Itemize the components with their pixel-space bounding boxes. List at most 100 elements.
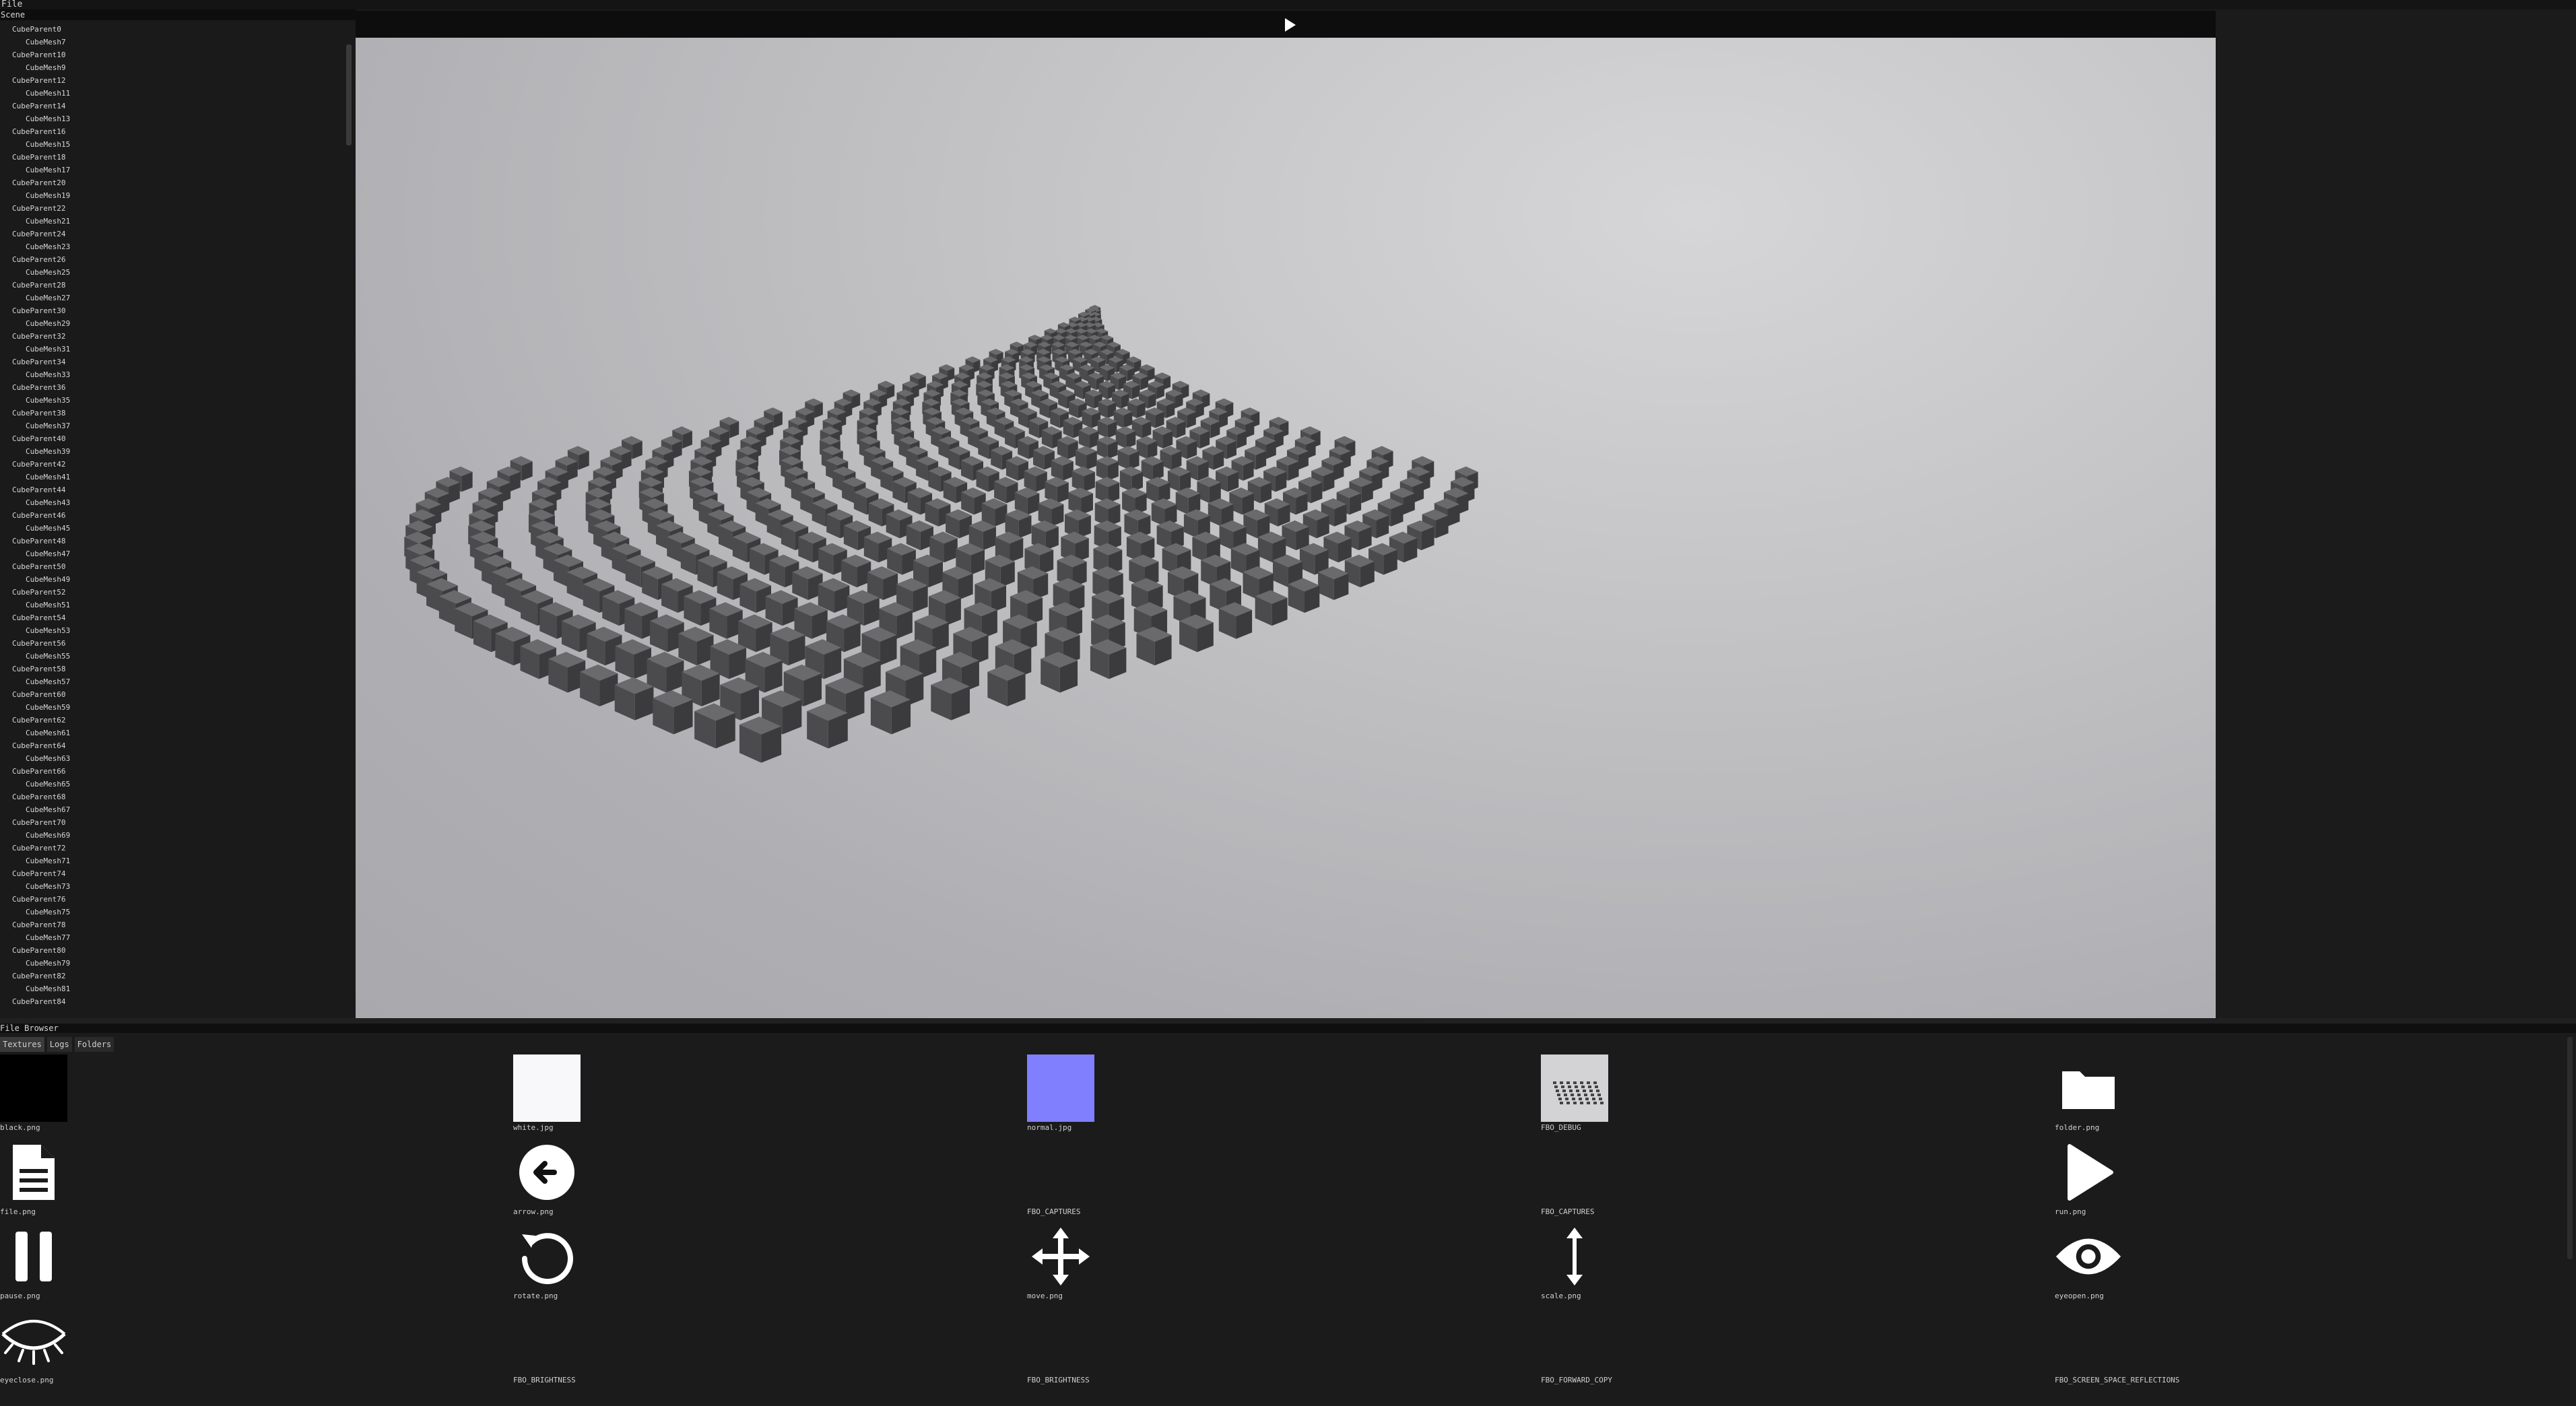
scene-tree-item[interactable]: CubeMesh7 — [0, 36, 337, 48]
cube-mesh[interactable] — [678, 626, 714, 666]
scene-tree-item[interactable]: CubeParent68 — [0, 791, 337, 803]
scene-tree-item[interactable]: CubeParent32 — [0, 330, 337, 343]
scene-tree-item[interactable]: CubeMesh17 — [0, 164, 337, 176]
tab-textures[interactable]: Textures — [0, 1037, 44, 1052]
cube-mesh[interactable] — [615, 639, 652, 679]
file-tile[interactable]: normal.jpg — [1027, 1052, 1175, 1136]
cube-mesh[interactable] — [1146, 477, 1170, 504]
file-tile[interactable]: FBO_CAPTURES — [1541, 1136, 1689, 1220]
cube-mesh[interactable] — [765, 590, 798, 626]
scene-tree-item[interactable]: CubeParent60 — [0, 688, 337, 701]
scene-tree-item[interactable]: CubeMesh47 — [0, 547, 337, 560]
file-tile[interactable]: FBO_SCREEN_SPACE_REFLECTIONS — [2055, 1304, 2203, 1388]
scene-scrollbar[interactable] — [346, 44, 352, 145]
file-tile[interactable]: rotate.png — [513, 1220, 661, 1304]
scene-tree-item[interactable]: CubeParent72 — [0, 842, 337, 855]
cube-mesh[interactable] — [946, 509, 972, 539]
file-tile[interactable]: folder.png — [2055, 1052, 2203, 1136]
scene-tree-item[interactable]: CubeParent24 — [0, 228, 337, 240]
scene-tree-item[interactable]: CubeParent16 — [0, 125, 337, 138]
scene-tree-item[interactable]: CubeParent28 — [0, 279, 337, 292]
scene-tree-item[interactable]: CubeMesh59 — [0, 701, 337, 714]
scene-tree-item[interactable]: CubeMesh43 — [0, 496, 337, 509]
cube-mesh[interactable] — [1096, 436, 1118, 459]
file-tile[interactable]: file.png — [0, 1136, 148, 1220]
cube-mesh[interactable] — [887, 543, 916, 575]
scene-tree-item[interactable]: CubeParent36 — [0, 381, 337, 394]
scene-tree-item[interactable]: CubeMesh33 — [0, 368, 337, 381]
cube-mesh[interactable] — [1179, 614, 1214, 652]
cube-mesh[interactable] — [1071, 466, 1095, 492]
cube-mesh[interactable] — [1117, 446, 1140, 470]
scene-tree-item[interactable]: CubeMesh49 — [0, 573, 337, 586]
scene-tree-item[interactable]: CubeParent64 — [0, 739, 337, 752]
scene-tree-item[interactable]: CubeParent70 — [0, 816, 337, 829]
scene-tree-item[interactable]: CubeParent80 — [0, 944, 337, 957]
file-tile[interactable]: scale.png — [1541, 1220, 1689, 1304]
scene-tree-item[interactable]: CubeParent12 — [0, 74, 337, 87]
scene-tree-item[interactable]: CubeParent38 — [0, 407, 337, 420]
cube-mesh[interactable] — [841, 554, 871, 588]
scene-tree-item[interactable]: CubeParent82 — [0, 970, 337, 982]
scene-tree-item[interactable]: CubeMesh63 — [0, 752, 337, 765]
scene-tree-item[interactable]: CubeMesh81 — [0, 982, 337, 995]
scene-tree-item[interactable]: CubeParent14 — [0, 100, 337, 112]
scene-tree-item[interactable]: CubeMesh21 — [0, 215, 337, 228]
cube-mesh[interactable] — [1051, 456, 1074, 481]
scene-tree-item[interactable]: CubeParent42 — [0, 458, 337, 471]
scene-tree-item[interactable]: CubeParent18 — [0, 151, 337, 164]
scene-tree-item[interactable]: CubeParent76 — [0, 893, 337, 906]
scene-tree-item[interactable]: CubeParent50 — [0, 560, 337, 573]
file-tile[interactable]: FBO_CAPTURES — [1027, 1136, 1175, 1220]
scene-tree-item[interactable]: CubeParent56 — [0, 637, 337, 650]
scene-tree-item[interactable]: CubeMesh25 — [0, 266, 337, 279]
cube-mesh[interactable] — [709, 602, 743, 639]
cube-mesh[interactable] — [1075, 446, 1097, 470]
file-tile[interactable]: FBO_FORWARD_COPY — [1541, 1304, 1689, 1388]
scene-tree-item[interactable]: CubeParent54 — [0, 611, 337, 624]
cube-mesh[interactable] — [1288, 578, 1320, 613]
file-tile[interactable]: FBO_BRIGHTNESS — [513, 1304, 661, 1388]
scene-tree-item[interactable]: CubeMesh11 — [0, 87, 337, 100]
scene-tree-item[interactable]: CubeParent62 — [0, 714, 337, 727]
menu-file[interactable]: File — [0, 0, 22, 9]
scene-tree-item[interactable]: CubeMesh61 — [0, 727, 337, 739]
scene-tree-item[interactable]: CubeMesh31 — [0, 343, 337, 356]
scene-tree-item[interactable]: CubeMesh75 — [0, 906, 337, 918]
cube-mesh[interactable] — [1057, 436, 1078, 459]
cube-mesh[interactable] — [580, 664, 618, 707]
file-tile[interactable]: black.png — [0, 1052, 148, 1136]
cube-mesh[interactable] — [994, 477, 1018, 504]
cube-mesh[interactable] — [906, 520, 934, 551]
file-tile[interactable]: run.png — [2055, 1136, 2203, 1220]
play-button[interactable] — [1285, 18, 1296, 32]
file-tile[interactable]: pause.png — [0, 1220, 148, 1304]
scene-tree-item[interactable]: CubeParent40 — [0, 432, 337, 445]
scene-tree-item[interactable]: CubeParent26 — [0, 253, 337, 266]
tab-logs[interactable]: Logs — [46, 1037, 72, 1052]
file-tile[interactable]: eyeclose.png — [0, 1304, 148, 1388]
file-tile[interactable]: FBO_BRIGHTNESS — [1027, 1304, 1175, 1388]
scene-tree-item[interactable]: CubeMesh27 — [0, 292, 337, 304]
scene-tree-item[interactable]: CubeParent52 — [0, 586, 337, 599]
cube-mesh[interactable] — [1068, 488, 1093, 515]
scene-tree-item[interactable]: CubeMesh39 — [0, 445, 337, 458]
cube-mesh[interactable] — [1119, 466, 1143, 492]
file-tile[interactable]: FBO_DEBUG — [1541, 1052, 1689, 1136]
cube-mesh[interactable] — [1318, 566, 1349, 601]
scene-tree-item[interactable]: CubeMesh69 — [0, 829, 337, 842]
scene-viewport[interactable] — [356, 38, 2216, 1021]
scene-tree-item[interactable]: CubeParent78 — [0, 918, 337, 931]
scene-tree-item[interactable]: CubeParent84 — [0, 995, 337, 1008]
cube-mesh[interactable] — [1078, 426, 1099, 448]
scene-tree-item[interactable]: CubeMesh37 — [0, 420, 337, 432]
scene-tree-item[interactable]: CubeMesh13 — [0, 112, 337, 125]
file-tile[interactable]: eyeopen.png — [2055, 1220, 2203, 1304]
scene-tree-item[interactable]: CubeMesh29 — [0, 317, 337, 330]
scene-tree-item[interactable]: CubeMesh77 — [0, 931, 337, 944]
scene-tree-item[interactable]: CubeMesh53 — [0, 624, 337, 637]
scene-tree-item[interactable]: CubeParent30 — [0, 304, 337, 317]
scene-tree-item[interactable]: CubeMesh35 — [0, 394, 337, 407]
cube-mesh[interactable] — [548, 651, 586, 693]
scene-tree-item[interactable]: CubeMesh45 — [0, 522, 337, 535]
